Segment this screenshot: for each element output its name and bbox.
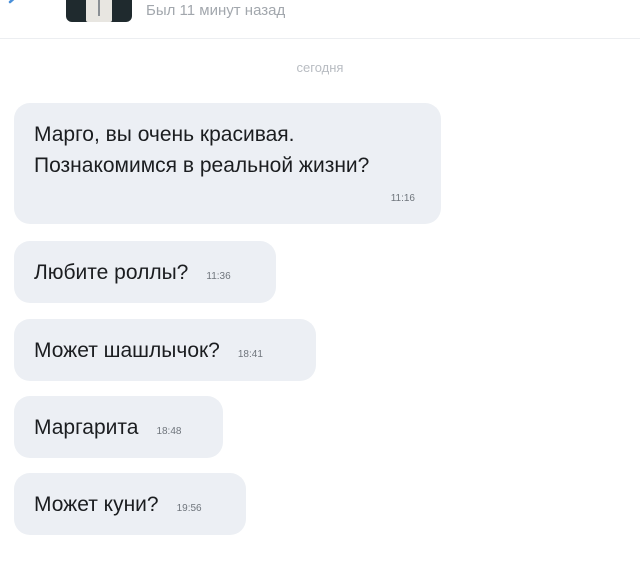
message-time: 11:36 [206,270,231,282]
chevron-left-icon[interactable] [6,0,20,8]
last-seen-status: Был 11 минут назад [146,2,286,19]
message-bubble[interactable]: Любите роллы? 11:36 [14,241,276,303]
date-separator: сегодня [296,60,344,75]
avatar[interactable] [66,0,132,22]
message-text: Любите роллы? [34,260,189,284]
chat-header: Был 11 минут назад [0,0,640,39]
message-bubble[interactable]: Может шашлычок? 18:41 [14,319,316,381]
message-text: Марго, вы очень красивая. Познакомимся в… [34,123,370,177]
message-time: 18:48 [156,425,182,437]
message-text: Может шашлычок? [34,338,220,362]
avatar-lanyard [98,0,100,16]
message-time: 18:41 [237,348,263,360]
message-text: Маргарита [34,415,139,439]
message-time: 11:16 [390,193,415,204]
message-bubble[interactable]: Маргарита 18:48 [14,396,223,458]
message-bubble[interactable]: Марго, вы очень красивая. Познакомимся в… [14,103,441,224]
message-time: 19:56 [176,502,202,514]
message-text: Может куни? [34,492,159,516]
message-bubble[interactable]: Может куни? 19:56 [14,473,246,535]
